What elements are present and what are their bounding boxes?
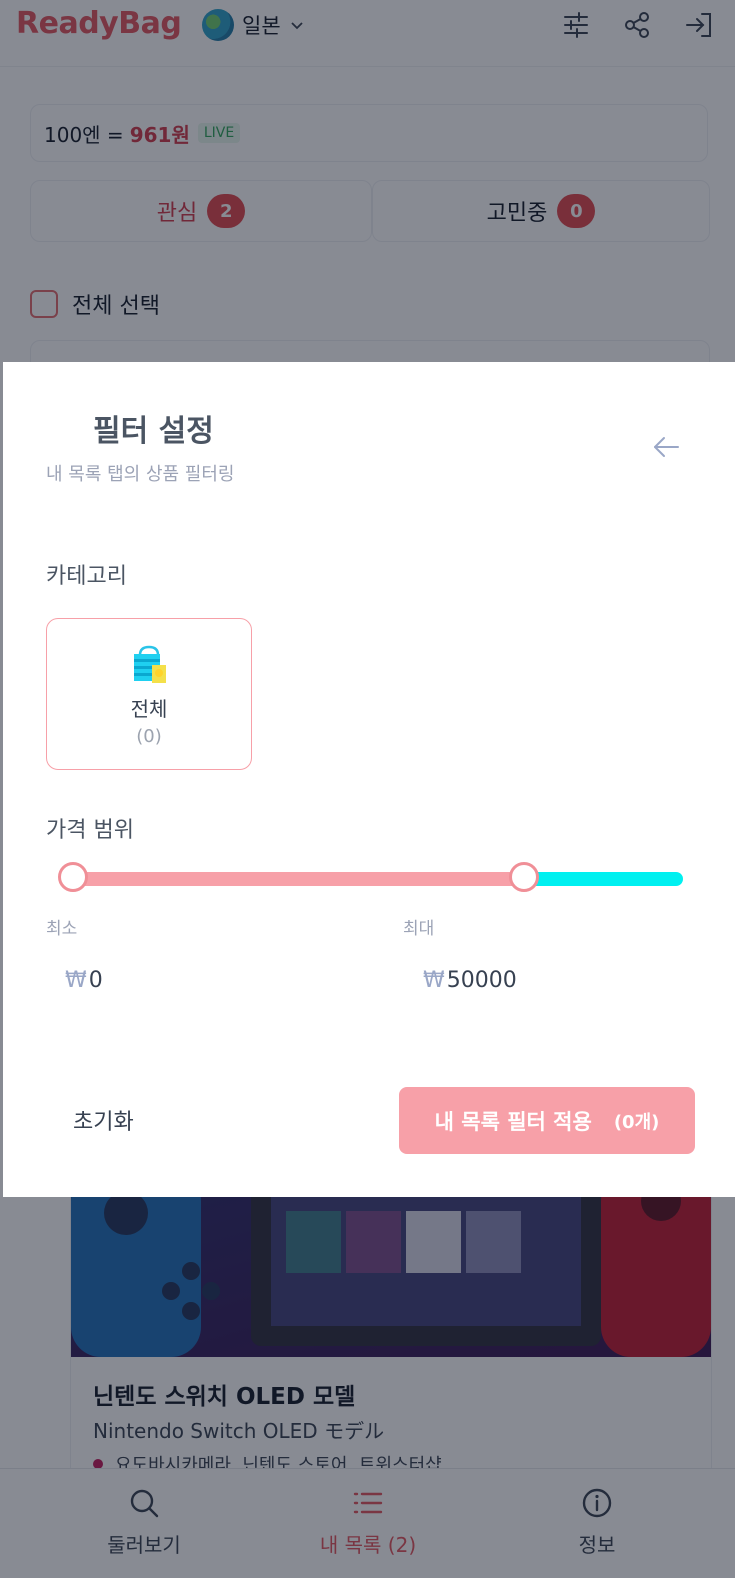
category-count: (0)	[136, 726, 162, 747]
reset-button[interactable]: 초기화	[73, 1104, 134, 1136]
price-range-label: 가격 범위	[46, 818, 134, 843]
apply-filter-label: 내 목록 필터 적용	[434, 1109, 592, 1134]
min-label: 최소	[46, 919, 78, 939]
apply-filter-button[interactable]: 내 목록 필터 적용 (0개)	[399, 1087, 695, 1154]
currency-symbol: ₩	[423, 968, 445, 993]
back-arrow-icon[interactable]	[651, 432, 681, 462]
shopping-bag-icon	[134, 645, 166, 683]
filter-sheet: 필터 설정 내 목록 탭의 상품 필터링 카테고리 전체 (0) 가격 범위 최…	[3, 362, 735, 1197]
filter-subtitle: 내 목록 탭의 상품 필터링	[46, 464, 235, 485]
category-name: 전체	[130, 697, 168, 721]
currency-symbol: ₩	[65, 968, 87, 993]
slider-min-handle[interactable]	[58, 862, 88, 892]
category-all-card[interactable]: 전체 (0)	[46, 618, 252, 770]
max-price-input[interactable]: ₩ 50000	[423, 968, 517, 993]
max-price-value: 50000	[446, 968, 517, 993]
min-price-value: 0	[88, 968, 103, 993]
slider-max-handle[interactable]	[509, 862, 539, 892]
apply-filter-count: (0개)	[613, 1111, 660, 1133]
min-price-input[interactable]: ₩ 0	[65, 968, 103, 993]
filter-title: 필터 설정	[93, 414, 214, 449]
price-slider[interactable]	[58, 862, 683, 892]
slider-track	[524, 872, 683, 886]
category-label: 카테고리	[46, 564, 127, 589]
slider-selected-range	[73, 872, 524, 886]
max-label: 최대	[403, 919, 435, 939]
